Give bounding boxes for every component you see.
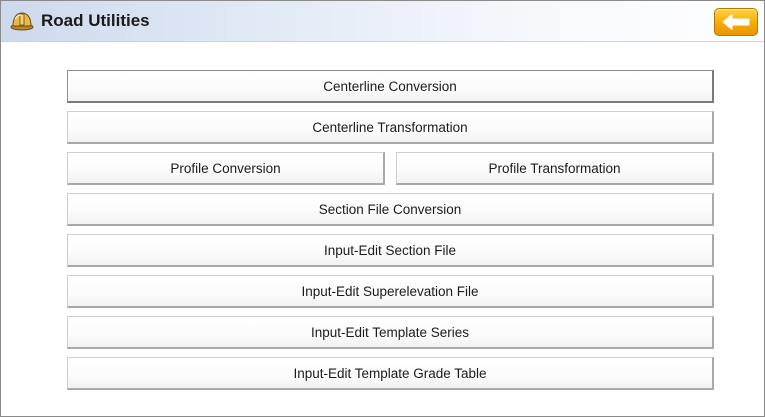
input-edit-section-file-button[interactable]: Input-Edit Section File xyxy=(67,234,714,267)
input-edit-template-grade-table-button[interactable]: Input-Edit Template Grade Table xyxy=(67,357,714,390)
input-edit-template-series-button[interactable]: Input-Edit Template Series xyxy=(67,316,714,349)
left-arrow-icon xyxy=(722,14,750,30)
section-file-conversion-button[interactable]: Section File Conversion xyxy=(67,193,714,226)
back-button[interactable] xyxy=(714,8,758,36)
centerline-conversion-button[interactable]: Centerline Conversion xyxy=(67,70,714,103)
centerline-transformation-button[interactable]: Centerline Transformation xyxy=(67,111,714,144)
road-utilities-window: Road Utilities Centerline Conversion Cen… xyxy=(0,0,765,417)
page-title: Road Utilities xyxy=(41,11,150,30)
profile-conversion-button[interactable]: Profile Conversion xyxy=(67,152,385,185)
input-edit-superelevation-file-button[interactable]: Input-Edit Superelevation File xyxy=(67,275,714,308)
profile-transformation-button[interactable]: Profile Transformation xyxy=(396,152,714,185)
title-bar: Road Utilities xyxy=(1,1,764,42)
hard-hat-icon xyxy=(10,10,34,32)
